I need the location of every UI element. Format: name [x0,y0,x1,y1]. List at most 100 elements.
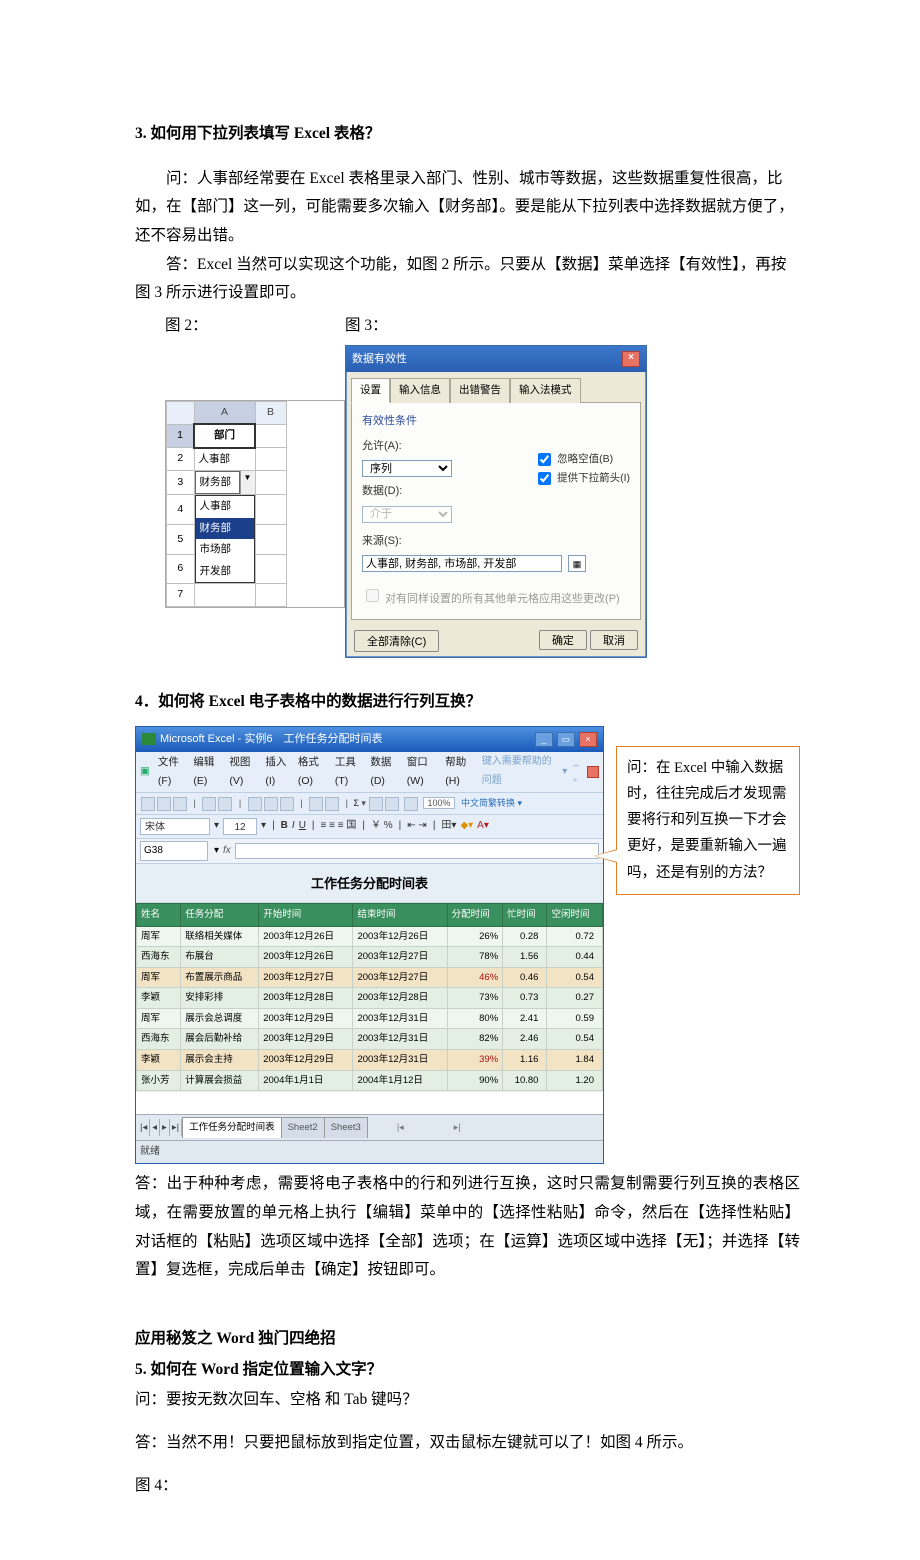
header-cell: 部门 [194,424,255,447]
document-page: 3. 如何用下拉列表填写 Excel 表格？ 问：人事部经常要在 Excel 表… [0,0,920,1560]
sheet-tab[interactable]: Sheet3 [324,1117,368,1138]
dialog-tabs: 设置 输入信息 出错警告 输入法模式 [351,377,641,403]
menu-edit[interactable]: 编辑(E) [193,753,223,792]
sort-asc-icon[interactable] [369,797,383,811]
section-5-answer: 答：当然不用！只要把鼠标放到指定位置，双击鼠标左键就可以了！如图 4 所示。 [135,1429,800,1458]
tab-error-alert[interactable]: 出错警告 [450,378,510,403]
fx-icon[interactable]: fx [223,842,231,861]
cb-ignore-blank[interactable]: 忽略空值(B) [534,450,630,469]
window-title: Microsoft Excel - 实例6 工作任务分配时间表 [160,733,382,745]
menu-data[interactable]: 数据(D) [370,753,400,792]
name-box[interactable]: G38 [140,841,208,862]
print-icon[interactable] [202,797,216,811]
dropdown-value[interactable]: 财务部 [195,471,240,494]
data-select: 介于 [362,506,452,523]
window-titlebar: Microsoft Excel - 实例6 工作任务分配时间表 _ ▭ × [136,727,603,751]
th-free: 空闲时间 [547,904,603,927]
minimize-icon[interactable]: _ [535,732,553,747]
table-body: 周军联络相关媒体2003年12月26日2003年12月26日26%0.280.7… [137,926,603,1091]
sheet-tab-active[interactable]: 工作任务分配时间表 [182,1117,282,1138]
allow-select[interactable]: 序列 [362,460,452,477]
formula-input[interactable] [235,843,599,859]
dropdown-list[interactable]: 人事部 财务部 市场部 开发部 [195,495,255,583]
spacer [135,151,800,165]
redo-icon[interactable] [325,797,339,811]
ok-button[interactable]: 确定 [539,630,587,650]
tab-settings[interactable]: 设置 [351,378,390,403]
tab-nav-next[interactable]: ▸ [160,1119,170,1137]
hscroll[interactable]: |◂ ▸| [397,1119,461,1136]
sheet-title: 工作任务分配时间表 [136,864,603,903]
figure-3-label: 图 3： [345,312,647,341]
dropdown-option-selected[interactable]: 财务部 [196,518,254,539]
dialog-titlebar: 数据有效性 × [346,346,646,372]
table-row: 周军布置展示商品2003年12月27日2003年12月27日46%0.460.5… [137,967,603,988]
dropdown-arrow-icon[interactable]: ▼ [240,471,255,494]
dropdown-option[interactable]: 人事部 [196,496,254,517]
menu-help[interactable]: 帮助(H) [445,753,475,792]
cn-convert[interactable]: 中文简繁转换 ▾ [461,798,522,808]
section-4-answer: 答：出于种种考虑，需要将电子表格中的行和列进行互换，这时只需复制需要行列互换的表… [135,1170,800,1285]
tab-nav-first[interactable]: |◂ [138,1119,150,1137]
clear-all-button[interactable]: 全部清除(C) [354,630,439,651]
menu-window[interactable]: 窗口(W) [407,753,439,792]
open-icon[interactable] [157,797,171,811]
close-icon[interactable]: × [579,732,597,747]
data-table: 姓名 任务分配 开始时间 结束时间 分配时间 忙时间 空闲时间 周军联络相关媒体… [136,903,603,1091]
close-icon[interactable]: × [622,351,640,367]
cb-dropdown-arrow[interactable]: 提供下拉箭头(I) [534,469,630,488]
save-icon[interactable] [173,797,187,811]
menu-file[interactable]: 文件(F) [158,753,187,792]
group-label: 有效性条件 [362,411,630,431]
dropdown-option[interactable]: 市场部 [196,539,254,560]
cancel-button[interactable]: 取消 [590,630,638,650]
copy-icon[interactable] [264,797,278,811]
source-input[interactable] [362,555,562,572]
font-name[interactable]: 宋体 [140,818,210,835]
tab-nav-prev[interactable]: ◂ [150,1119,160,1137]
doc-close-icon[interactable] [587,766,599,778]
callout-arrow-icon [594,849,617,863]
excel-window: Microsoft Excel - 实例6 工作任务分配时间表 _ ▭ × ▣ … [135,726,604,1164]
sort-desc-icon[interactable] [385,797,399,811]
menu-insert[interactable]: 插入(I) [265,753,291,792]
font-size[interactable]: 12 [223,818,257,835]
table-row: 李颖安排彩排2003年12月28日2003年12月28日73%0.730.27 [137,988,603,1009]
new-icon[interactable] [141,797,155,811]
sheet-tab[interactable]: Sheet2 [281,1117,325,1138]
tab-input-msg[interactable]: 输入信息 [390,378,450,403]
maximize-icon[interactable]: ▭ [557,732,575,747]
callout-box: 问：在 Excel 中输入数据时，往往完成后才发现需要将行和列互换一下才会更好，… [616,746,800,894]
menu-format[interactable]: 格式(O) [298,753,329,792]
table-row: 李颖展示会主持2003年12月29日2003年12月31日39%1.161.84 [137,1050,603,1071]
tab-nav-last[interactable]: ▸| [170,1119,182,1137]
section-5: 应用秘笈之 Word 独门四绝招 5. 如何在 Word 指定位置输入文字？ 问… [135,1325,800,1500]
undo-icon[interactable] [309,797,323,811]
figure-row: 图 2： A B 1部门 2人事部 3 财务部 ▼ [135,312,800,658]
preview-icon[interactable] [218,797,232,811]
dropdown-option[interactable]: 开发部 [196,561,254,582]
range-picker-icon[interactable]: ▦ [568,555,586,572]
menu-tools[interactable]: 工具(T) [335,753,364,792]
section-3-heading: 3. 如何用下拉列表填写 Excel 表格？ [135,120,800,149]
cb-apply-all: 对有同样设置的所有其他单元格应用这些更改(P) [362,586,620,609]
col-header-a: A [194,401,255,424]
tab-ime[interactable]: 输入法模式 [510,378,581,403]
paste-icon[interactable] [280,797,294,811]
cut-icon[interactable] [248,797,262,811]
menu-view[interactable]: 视图(V) [229,753,259,792]
section-5-preheading: 应用秘笈之 Word 独门四绝招 [135,1325,800,1354]
allow-label: 允许(A): [362,436,420,456]
zoom-box[interactable]: 100% [423,797,454,809]
section-5-heading: 5. 如何在 Word 指定位置输入文字？ [135,1356,800,1385]
th-alloc: 分配时间 [447,904,503,927]
status-bar: 就绪 [136,1140,603,1164]
section-4: 4．如何将 Excel 电子表格中的数据进行行列互换？ Microsoft Ex… [135,688,800,1285]
dialog-title: 数据有效性 [352,349,407,369]
help-search[interactable]: 键入需要帮助的问题 [482,753,556,790]
figure-2-col: 图 2： A B 1部门 2人事部 3 财务部 ▼ [135,312,345,607]
figure-3-col: 图 3： 数据有效性 × 设置 输入信息 出错警告 输入法模式 有效性条件 [345,312,647,658]
chart-icon[interactable] [404,797,418,811]
toolbar-formatting: 宋体 ▾ 12 ▾ | B I U | ≡ ≡ ≡ 国 | ￥ % | ⇤ ⇥ … [136,815,603,839]
th-name: 姓名 [137,904,181,927]
